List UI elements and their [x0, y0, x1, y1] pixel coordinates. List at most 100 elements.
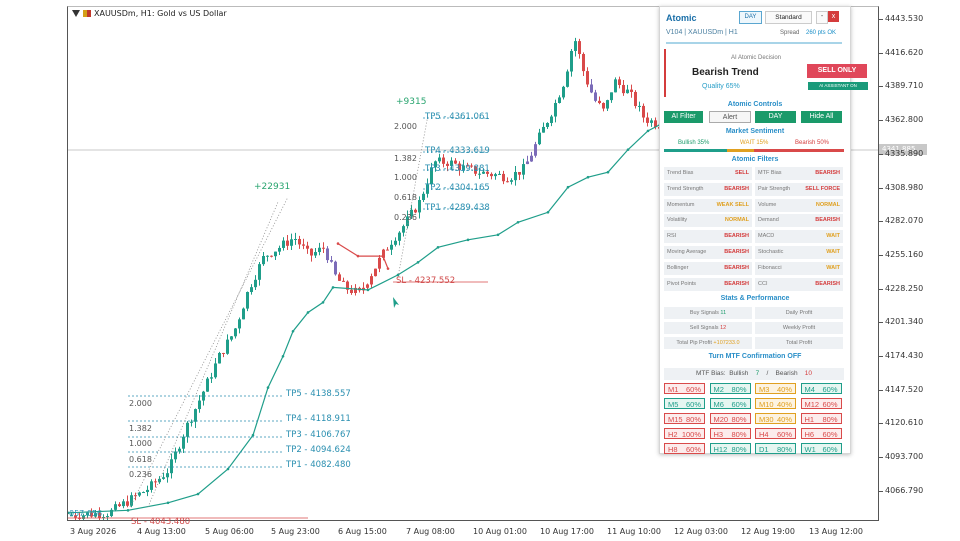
- sell-signals-label: Sell Signals: [689, 325, 719, 331]
- candle-body: [338, 274, 341, 281]
- candle-body: [518, 171, 521, 175]
- filter-value: WEAK SELL: [716, 201, 749, 208]
- standard-mode-button[interactable]: Standard: [765, 11, 812, 24]
- sell-signals-cell: Sell Signals 12: [664, 322, 752, 334]
- filter-value: WAIT: [826, 249, 840, 255]
- timeframe-label: H4: [759, 430, 769, 439]
- timeframe-percent: 60%: [685, 445, 701, 454]
- timeframe-label: W1: [804, 445, 816, 454]
- filter-name: Pivot Points: [667, 280, 697, 287]
- candle-body: [170, 459, 173, 474]
- time-axis-label: 10 Aug 01:00: [473, 527, 527, 536]
- trailing-stop-dot: [436, 246, 440, 249]
- candle-body: [274, 251, 277, 257]
- price-scale-tick: [879, 288, 883, 290]
- upper-fib-label: 0.618: [394, 193, 417, 202]
- timeframe-percent: 80%: [731, 445, 747, 454]
- decision-title: AI Atomic Decision: [730, 55, 782, 61]
- mtf-bull-label: Bullish: [729, 370, 749, 377]
- filter-cell: Moving Average BEARISH: [664, 246, 752, 259]
- price-scale-label: 4255.160: [885, 249, 924, 259]
- sell-only-button[interactable]: SELL ONLY: [807, 64, 867, 78]
- candle-body: [582, 54, 585, 72]
- timeframe-percent: 80%: [731, 415, 747, 424]
- candle-body: [646, 117, 649, 123]
- price-scale-tick: [879, 153, 883, 155]
- candle-body: [262, 256, 265, 265]
- timeframe-label: M6: [713, 400, 724, 409]
- candle-body: [270, 255, 273, 257]
- candle-body: [618, 79, 621, 85]
- time-axis-label: 12 Aug 19:00: [741, 527, 795, 536]
- timeframe-percent: 60%: [685, 400, 701, 409]
- day-mode-button[interactable]: DAY: [739, 11, 762, 24]
- candle-body: [122, 501, 125, 507]
- stats-title: Stats & Performance: [720, 295, 790, 302]
- price-scale-tick: [879, 356, 883, 357]
- timeframe-cell-h8: H8 60%: [664, 443, 705, 454]
- timeframe-cell-m30: M30 40%: [755, 413, 796, 424]
- hide-all-button[interactable]: Hide All: [801, 111, 842, 123]
- projection-line: [147, 201, 279, 508]
- filter-cell: RSI BEARISH: [664, 230, 752, 244]
- candle-body: [342, 280, 345, 282]
- stop-loss-dot: [356, 254, 360, 258]
- lower-fib-label: 2.000: [129, 399, 152, 408]
- timeframe-label: M4: [804, 385, 815, 394]
- timeframe-label: M30: [759, 415, 774, 424]
- filter-value: BEARISH: [815, 280, 840, 287]
- day-control-button[interactable]: DAY: [755, 111, 796, 123]
- alert-button[interactable]: Alert: [709, 111, 751, 123]
- candle-body: [234, 328, 237, 337]
- filter-cell: Demand BEARISH: [755, 214, 843, 228]
- filter-name: Momentum: [667, 201, 695, 208]
- candle-body: [562, 86, 565, 98]
- ai-filter-button[interactable]: AI Filter: [664, 111, 703, 123]
- candle-body: [178, 448, 181, 452]
- price-scale[interactable]: 4341.885 4443.530 4416.620 4389.710 4362.80…: [879, 6, 960, 520]
- trailing-stop-dot: [331, 286, 335, 289]
- sentiment-segment: [727, 149, 754, 152]
- minimize-button[interactable]: -: [816, 11, 828, 24]
- price-scale-tick: [879, 490, 883, 492]
- timeframe-percent: 60%: [822, 385, 838, 394]
- candle-body: [378, 257, 381, 269]
- filter-value: NORMAL: [815, 201, 840, 208]
- filter-cell: Pivot Points BEARISH: [664, 277, 752, 291]
- timeframe-cell-m1: M1 60%: [664, 383, 705, 394]
- timeframe-cell-h3: H3 80%: [709, 428, 751, 439]
- candle-body: [326, 248, 329, 261]
- stop-loss-dot: [381, 254, 385, 258]
- candle-body: [626, 89, 629, 94]
- candle-body: [186, 422, 189, 437]
- dropdown-arrow-icon[interactable]: [72, 10, 80, 17]
- sentiment-segment: [754, 149, 844, 152]
- trailing-stop-dot: [226, 467, 230, 471]
- pip-profit-value: +107233.0: [713, 340, 740, 346]
- candle-body: [138, 492, 141, 496]
- filter-name: Pair Strength: [758, 185, 791, 192]
- ai-assistant-button[interactable]: AI ASSISTANT ON: [808, 82, 868, 90]
- filter-cell: Fibonacci WAIT: [755, 261, 843, 275]
- candle-body: [142, 492, 145, 494]
- price-scale-label: 4174.430: [885, 351, 924, 360]
- candle-body: [174, 451, 177, 460]
- price-scale-tick: [879, 254, 883, 256]
- candle-body: [634, 91, 637, 107]
- price-scale-label: 4308.980: [885, 182, 924, 192]
- lower-sl-label: SL - 4043.480: [131, 517, 191, 527]
- close-button[interactable]: x: [828, 11, 839, 22]
- mtf-toggle[interactable]: Turn MTF Confirmation OFF: [660, 353, 850, 360]
- price-scale-label: 4362.800: [885, 115, 924, 125]
- trailing-stop-dot: [281, 354, 285, 358]
- candle-body: [226, 339, 229, 354]
- candle-body: [566, 71, 569, 87]
- chart-symbol-title: XAUUSDm, H1: Gold vs US Dollar: [72, 9, 227, 18]
- candle-body: [310, 248, 313, 256]
- filter-name: MACD: [758, 233, 775, 240]
- sentiment-title: Market Sentiment: [725, 128, 785, 135]
- candle-body: [578, 41, 581, 55]
- filter-cell: MTF Bias BEARISH: [755, 167, 843, 180]
- timeframe-percent: 40%: [776, 415, 792, 424]
- price-scale-label: 4093.700: [885, 452, 924, 462]
